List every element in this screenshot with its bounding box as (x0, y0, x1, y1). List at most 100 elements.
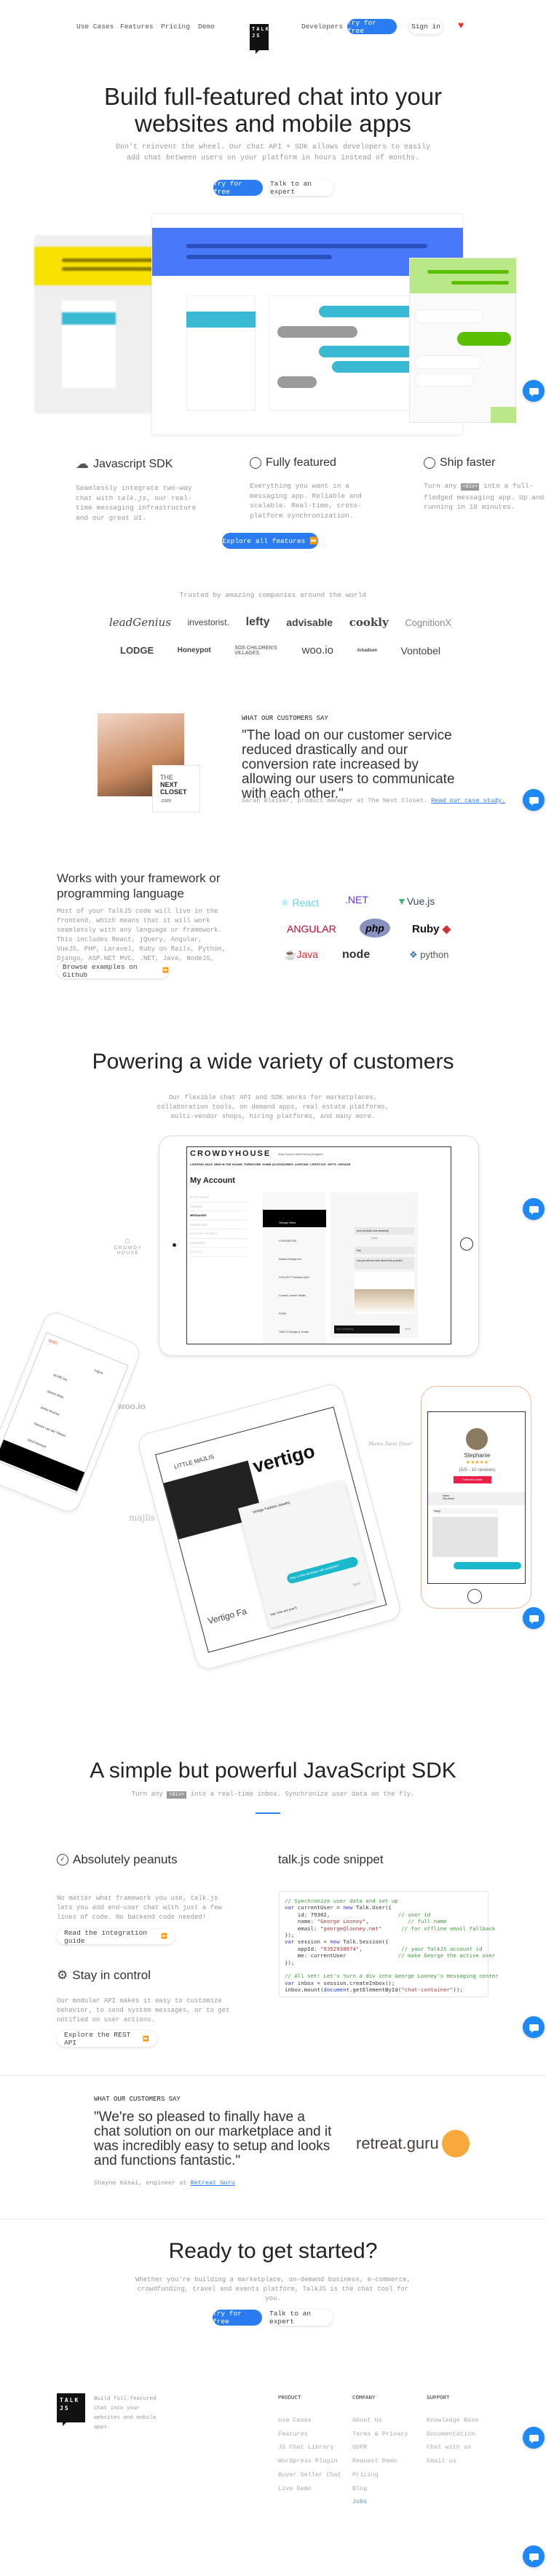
green-chat-widget (409, 258, 516, 423)
footer-link[interactable]: Knowledge Base (427, 2417, 478, 2424)
footer-tagline: Build full-featured chat into your websi… (94, 2396, 157, 2430)
hero-try-free-button[interactable]: Try for free (213, 180, 263, 196)
footer-link[interactable]: Request Demo (352, 2457, 397, 2465)
footer-link[interactable]: Pricing (352, 2471, 379, 2478)
account-menu-item: ORDERS (190, 1202, 247, 1211)
gear-icon: ⚙ (57, 1968, 68, 1982)
footer-link[interactable]: Jobs (352, 2498, 367, 2505)
feature-text: Seamlessly integrate two-way chat with t… (76, 484, 197, 522)
company-logo: SOS CHILDREN'S VILLAGES (234, 645, 277, 656)
hero-subtitle: Don't reinvent the wheel. Our chat API +… (115, 143, 431, 162)
testimonial-quote: "The load on our customer service reduce… (242, 728, 455, 801)
footer-link[interactable]: Buyer Seller Chat (278, 2471, 341, 2478)
talkjs-logo[interactable]: TALK JS (250, 24, 269, 54)
chat-launcher-button[interactable] (523, 1607, 545, 1629)
cta-title: Ready to get started? (168, 2239, 378, 2263)
footer-link[interactable]: Features (278, 2430, 308, 2438)
frameworks-title: Works with your framework or programming… (57, 871, 221, 900)
code-token: "george@looney.net" (320, 1925, 382, 1932)
chat-launcher-button[interactable] (523, 2427, 545, 2449)
footer-link[interactable]: JS Chat Library (278, 2444, 334, 2451)
retreat-guru-link[interactable]: Retreat Guru (191, 2179, 235, 2187)
footer-link[interactable]: Documentation (427, 2430, 475, 2438)
chat-preview: Hey there! (443, 1497, 455, 1500)
code-token: var (285, 1904, 295, 1911)
chat-bubble-icon (529, 2553, 539, 2562)
nav-pricing[interactable]: Pricing (161, 23, 190, 31)
code-line: var session = new Talk.Session({ (285, 1938, 483, 1945)
footer-link[interactable]: GDPR (352, 2444, 367, 2451)
chat-launcher-button[interactable] (523, 2016, 545, 2038)
java-logo: ☕Java (284, 948, 319, 960)
chat-bubble-icon (529, 1205, 539, 1215)
code-token: , (359, 1945, 402, 1952)
feature-fully-featured: Fully featured Everything you want in a … (250, 456, 388, 520)
footer-link[interactable]: Blog (352, 2485, 367, 2492)
company-logo: Honeypot (177, 646, 211, 654)
footer-link[interactable]: Terms & Privacy (352, 2430, 408, 2438)
nav-developers[interactable]: Developers (301, 23, 343, 31)
conversation-item: LYON BETON (279, 1240, 297, 1243)
chat-launcher-button[interactable] (523, 380, 545, 402)
powering-subtitle: Our flexible chat API and SDK works for … (157, 1094, 389, 1120)
nav-demo[interactable]: Demo (198, 23, 215, 31)
account-menu-item: ACCOUNT DETAILS (190, 1229, 247, 1239)
chat-title: Vertigo Fashion Jewelry (252, 1500, 291, 1515)
account-menu-item: WISHLISTS (190, 1239, 247, 1248)
footer-logo[interactable]: TALK JS (57, 2393, 85, 2426)
browse-github-button[interactable]: Browse examples on Github ⏩ (57, 963, 169, 979)
company-logo: LODGE (120, 645, 154, 656)
code-token: , (365, 1918, 408, 1925)
company-logo: woo.io (301, 644, 333, 657)
account-menu-item: LOG OUT (190, 1248, 247, 1257)
lotus-icon (441, 2130, 470, 2157)
nav-use-cases[interactable]: Use Cases (76, 23, 114, 31)
footer-link[interactable]: About Us (352, 2417, 382, 2424)
code-token: session = (294, 1938, 331, 1946)
company-logo: advisable (286, 617, 333, 628)
footer-link[interactable]: Email us (427, 2457, 456, 2465)
code-token: document (323, 1986, 350, 1994)
company-logo: CognitionX (405, 617, 451, 628)
testimonial-attribution: Sarah Bleiker, product manager at The Ne… (242, 797, 506, 804)
nav-features[interactable]: Features (120, 23, 154, 31)
hero-talk-expert-button[interactable]: Talk to an expert (270, 180, 333, 196)
footer-link[interactable]: Use Cases (278, 2417, 312, 2424)
feature-ship-faster: Ship faster Turn any <div> into a full-f… (424, 456, 546, 512)
conversation-item: FIORI (279, 1312, 287, 1315)
chat-bubble-icon (529, 796, 539, 806)
rest-api-button[interactable]: Explore the REST API ⏩ (57, 2031, 157, 2047)
explore-features-button[interactable]: Explore all features ⏩ (222, 533, 318, 549)
code-token: // your TalkJS account id (401, 1945, 483, 1952)
page-title: My Account (190, 1176, 235, 1185)
heart-icon[interactable]: ♥ (458, 19, 464, 31)
conversation-list: Vintage Vibes LYON BETON Danish Design Inc… (263, 1192, 326, 1344)
page-title: Vertigo Fa (206, 1606, 248, 1626)
feature-javascript-sdk: ☁ Javascript SDK Seamlessly integrate two… (76, 456, 214, 523)
company-logo: Vontobel (400, 644, 441, 657)
chat-launcher-button[interactable] (523, 1198, 545, 1220)
sign-in-button[interactable]: Sign in (409, 19, 443, 34)
login-link: Log in (94, 1368, 104, 1376)
map-image (432, 1517, 498, 1557)
message-input: hey, how are you?| (269, 1606, 298, 1617)
chat-launcher-button[interactable] (523, 2545, 545, 2567)
message-input: Say something... (334, 1325, 400, 1333)
hero-title-line: Build full-featured chat into your (103, 83, 443, 110)
integration-guide-button[interactable]: Read the integration guide ⏩ (57, 1929, 175, 1945)
case-study-link[interactable]: Read our case study. (431, 797, 505, 804)
crowdyhouse-menu: LIGHTING SALE NEW IN THE HOUSE FURNITURE… (190, 1162, 351, 1166)
code-token: appId: (285, 1945, 320, 1952)
code-token: currentUser = (294, 1904, 344, 1911)
try-free-button[interactable]: Try for free (347, 19, 397, 35)
conversation-item: Vintage Vibes (279, 1221, 296, 1224)
footer-column-title: SUPPORT (427, 2395, 450, 2401)
footer-link[interactable]: Live Demo (278, 2485, 312, 2492)
company-logo: investorist. (187, 617, 229, 627)
cta-try-free-button[interactable]: Try for free (213, 2310, 262, 2326)
footer-link[interactable]: Wordpress Plugin (278, 2457, 338, 2465)
chat-launcher-button[interactable] (523, 789, 545, 811)
logo-text: TALK (60, 2397, 80, 2403)
footer-link[interactable]: Chat with us (427, 2444, 471, 2451)
cta-talk-expert-button[interactable]: Talk to an expert (269, 2310, 333, 2326)
